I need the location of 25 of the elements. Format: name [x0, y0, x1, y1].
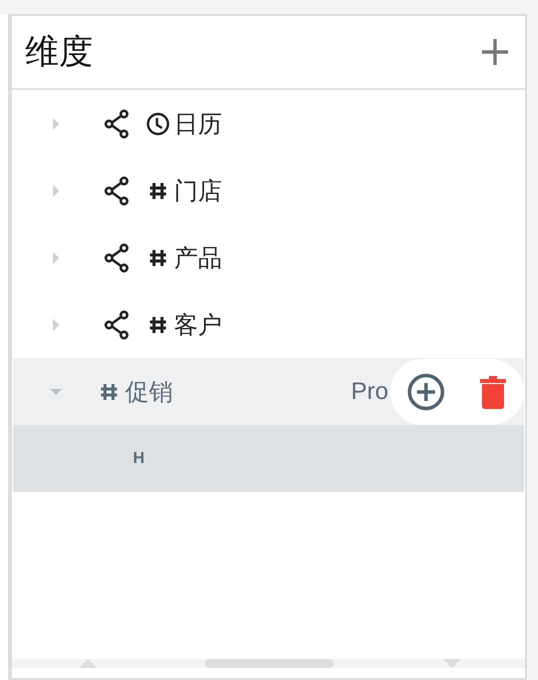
dimension-label: 门店	[174, 178, 222, 206]
tree-row[interactable]: 客户	[13, 291, 524, 358]
scroll-left-icon[interactable]	[78, 659, 98, 668]
child-row[interactable]: H	[13, 425, 524, 492]
tree-row[interactable]: 产品	[13, 224, 524, 291]
panel-title: 维度	[25, 33, 93, 73]
dimension-name: Pro	[351, 378, 388, 406]
delete-icon[interactable]	[479, 375, 507, 409]
scroll-right-icon[interactable]	[442, 659, 462, 668]
dimension-label: 客户	[174, 312, 222, 340]
scrollbar[interactable]	[12, 659, 525, 668]
tree-row[interactable]: 门店	[13, 157, 524, 224]
clock-icon	[146, 112, 170, 136]
dimension-label: 促销	[125, 378, 173, 408]
hash-icon	[148, 314, 168, 334]
dimension-label: 日历	[174, 110, 222, 140]
hash-icon	[148, 248, 168, 268]
add-icon[interactable]	[407, 373, 445, 411]
tree-row[interactable]: 促销 Pro	[13, 358, 524, 425]
add-icon[interactable]	[481, 38, 509, 66]
dimension-label: 产品	[174, 244, 222, 274]
hash-icon	[148, 180, 168, 200]
tree-row[interactable]: 日历	[13, 90, 524, 157]
hash-icon	[99, 382, 119, 402]
level-label: H	[133, 450, 145, 468]
